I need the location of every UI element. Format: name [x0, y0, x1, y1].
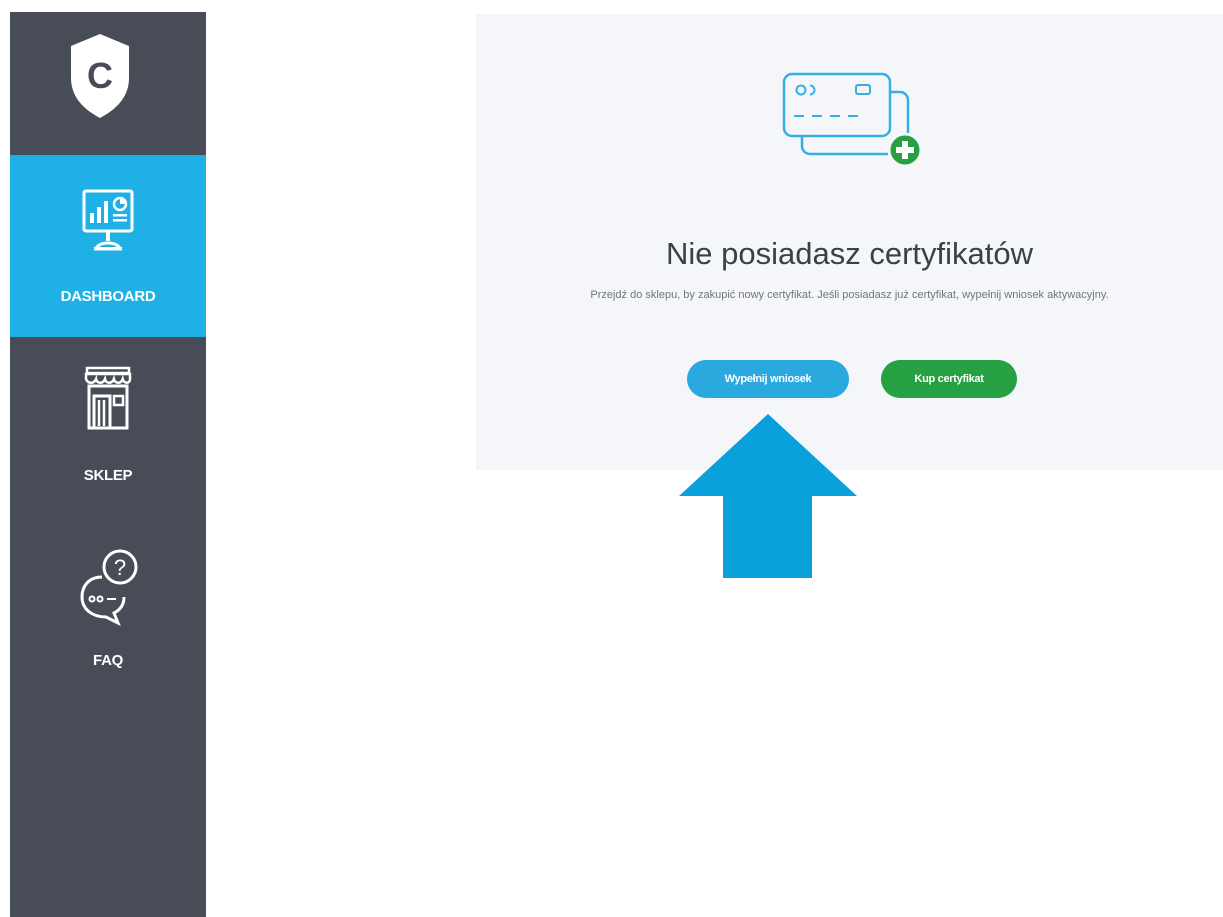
- page: C DASHBOARD SKLEP ? FAQ Nie posiadasz ce…: [0, 0, 1223, 917]
- fill-request-button[interactable]: Wypełnij wniosek: [687, 360, 849, 398]
- sidebar-item-sklep[interactable]: SKLEP: [10, 362, 206, 492]
- arrow-up-icon: [679, 414, 857, 578]
- empty-state-card: Nie posiadasz certyfikatów Przejdź do sk…: [476, 14, 1223, 470]
- shield-c-logo-icon: C: [71, 34, 129, 118]
- faq-chat-question-icon: ?: [80, 549, 138, 627]
- buy-certificate-button[interactable]: Kup certyfikat: [881, 360, 1017, 398]
- empty-state-title: Nie posiadasz certyfikatów: [666, 236, 1033, 271]
- logo[interactable]: C: [65, 30, 135, 122]
- sidebar-item-dashboard[interactable]: DASHBOARD: [10, 155, 206, 337]
- shop-icon: [84, 366, 132, 430]
- sidebar: C DASHBOARD SKLEP ? FAQ: [10, 12, 206, 917]
- svg-text:?: ?: [114, 555, 126, 580]
- dashboard-monitor-icon: [82, 189, 134, 251]
- logo-letter: C: [87, 55, 113, 96]
- empty-state-description: Przejdź do sklepu, by zakupić nowy certy…: [590, 289, 1109, 301]
- sidebar-item-label: SKLEP: [83, 467, 133, 484]
- sidebar-item-faq[interactable]: ? FAQ: [10, 547, 206, 677]
- credit-card-add-icon: [782, 72, 923, 168]
- sidebar-item-label: FAQ: [93, 652, 123, 669]
- sidebar-item-label: DASHBOARD: [60, 288, 156, 305]
